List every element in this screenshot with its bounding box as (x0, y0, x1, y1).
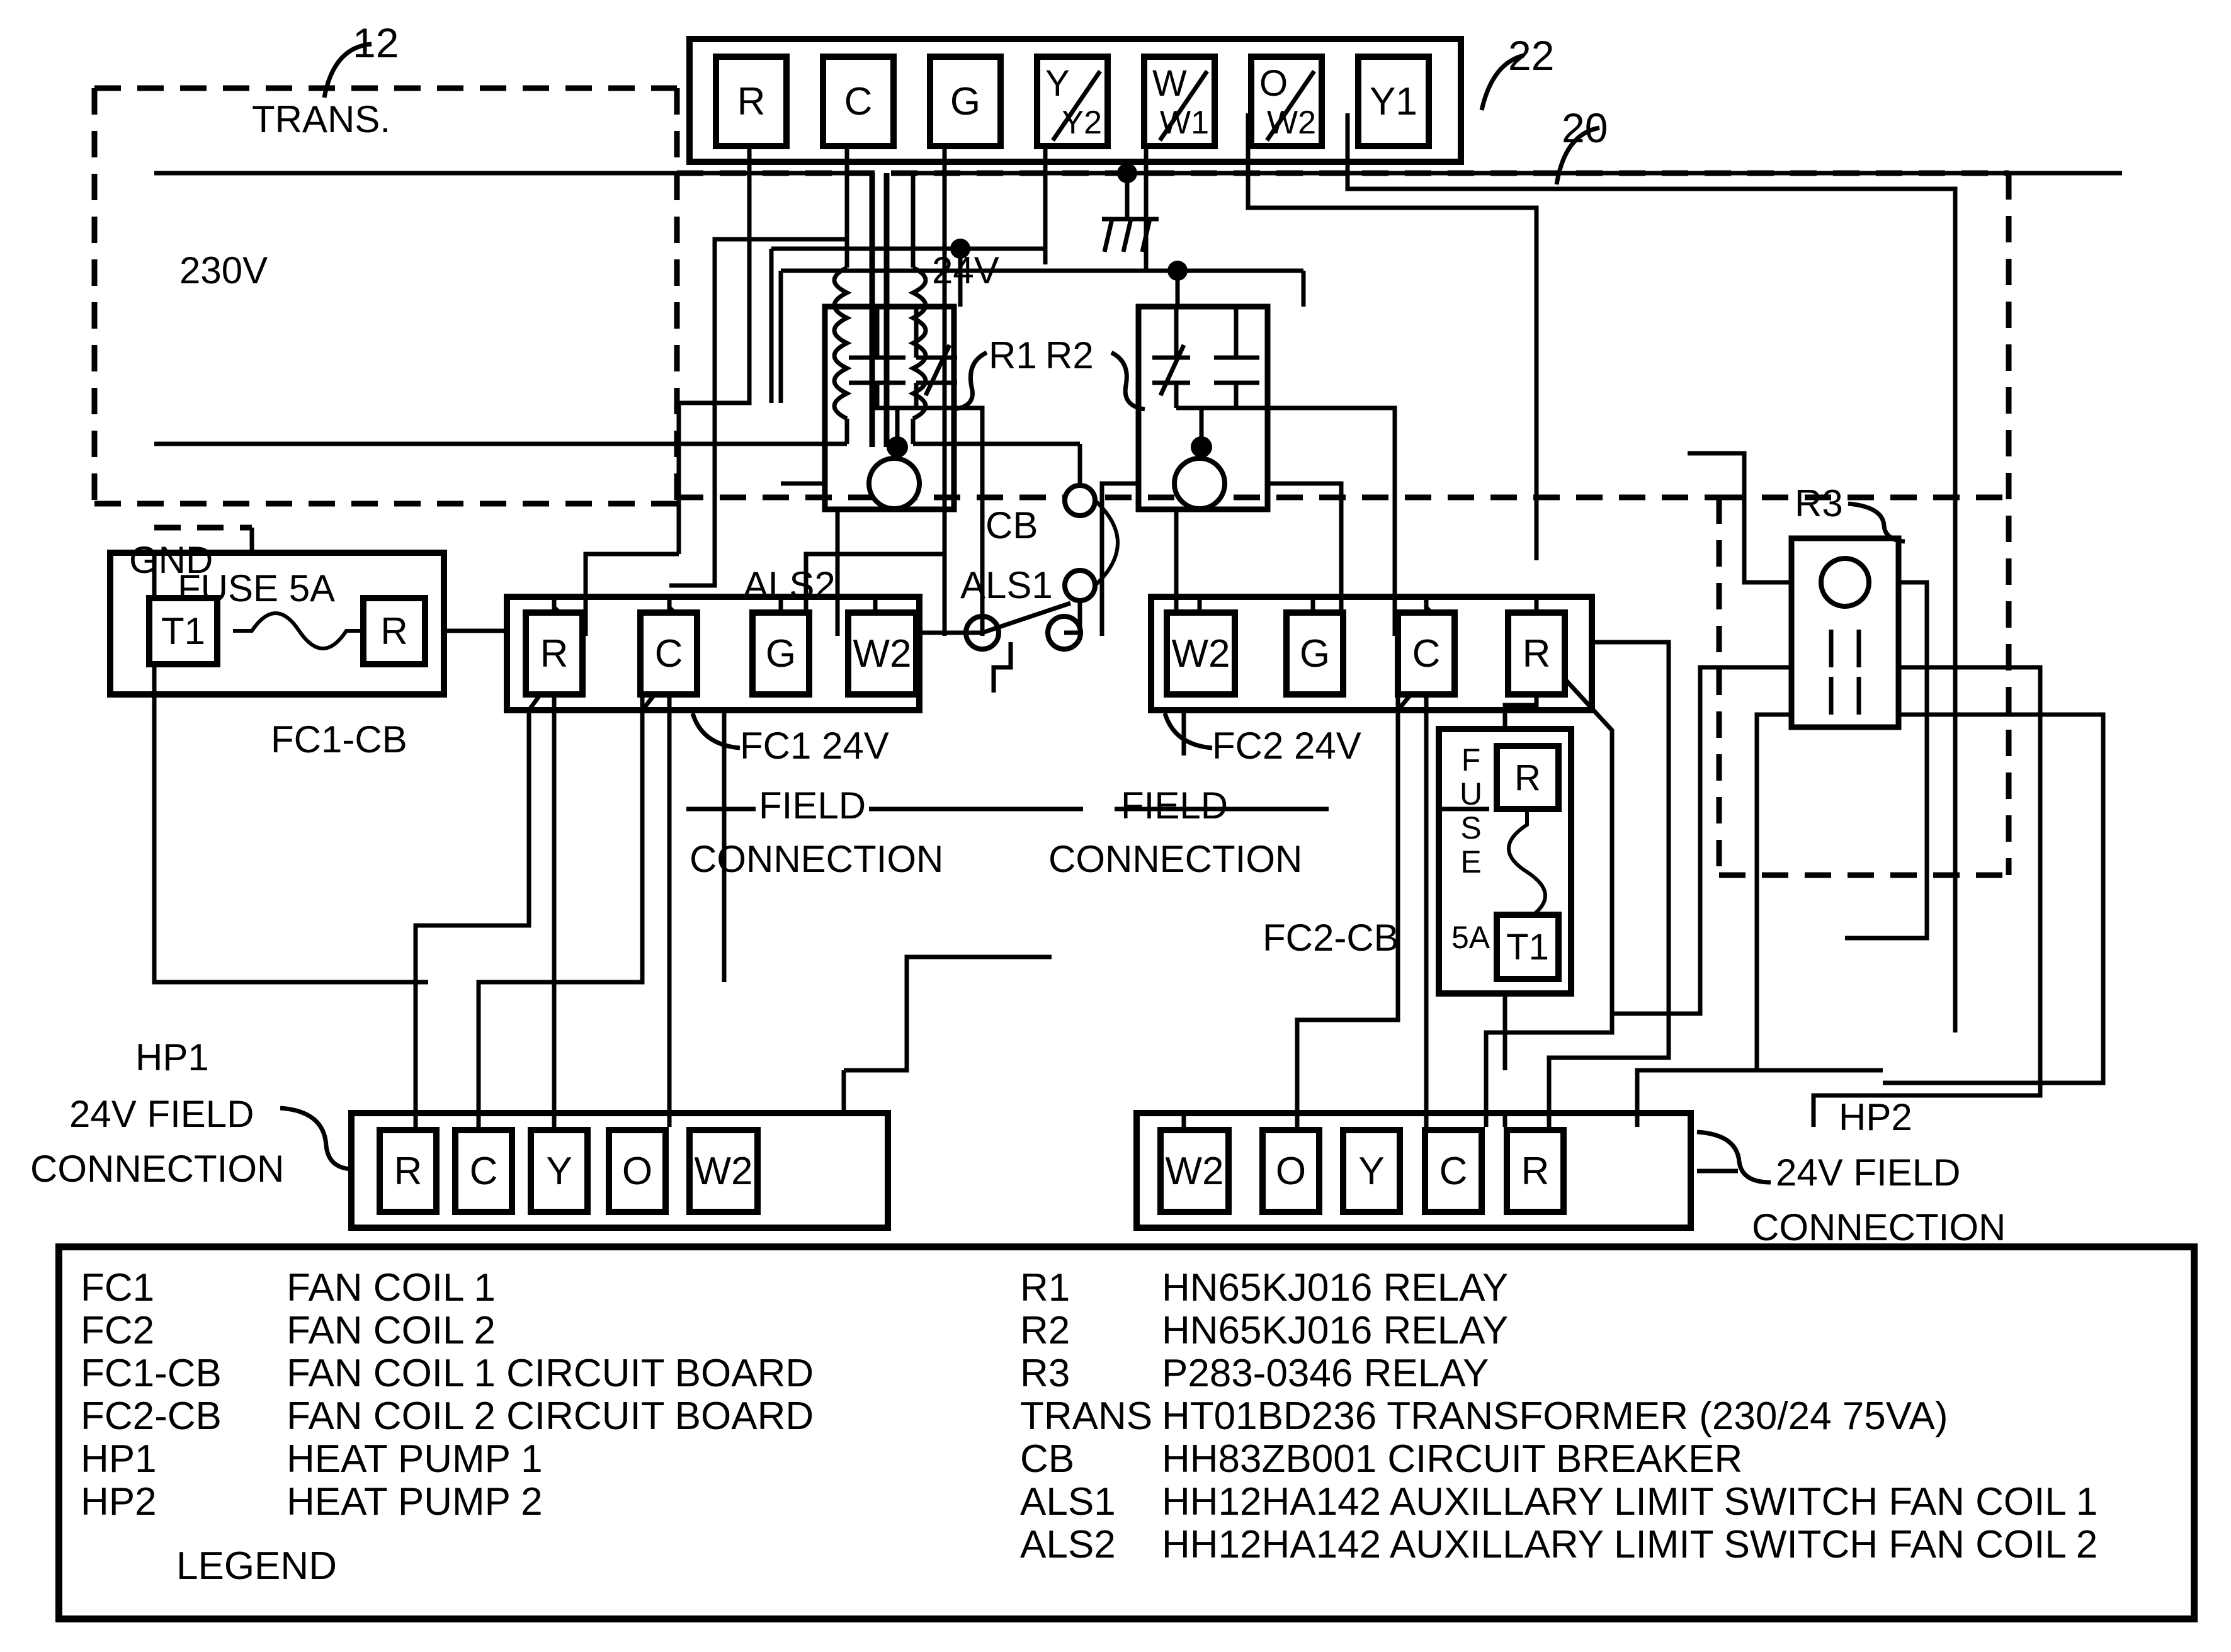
legend-left-desc: FAN COIL 1 CIRCUIT BOARD (287, 1352, 814, 1395)
hp1-terminal-o[interactable]: O (606, 1127, 669, 1215)
hp1-terminal-c[interactable]: C (452, 1127, 515, 1215)
legend-left-code: FC2 (81, 1309, 155, 1352)
legend-right-desc: HN65KJ016 RELAY (1162, 1309, 1509, 1352)
wiring-diagram-page: 12 20 22 TRANS. 230V 24V GND CB ALS1 ALS… (0, 0, 2231, 1652)
thermostat-terminal-c[interactable]: C (820, 54, 897, 149)
relay-r3-label: R3 (1795, 482, 1843, 524)
legend-right-desc: HH83ZB001 CIRCUIT BREAKER (1162, 1437, 1743, 1481)
hp2-terminal-o[interactable]: O (1259, 1127, 1322, 1215)
fc2-cb-fuse-rating: 5A (1451, 920, 1490, 955)
transformer-primary-voltage: 230V (179, 249, 268, 291)
fc1cb-terminal-r[interactable]: R (360, 595, 428, 667)
fc2-cb-fuse-word: FUSE (1459, 742, 1483, 880)
fc1-block-title: FC1 24V (740, 725, 889, 767)
legend-right-code: R3 (1020, 1352, 1070, 1395)
ref-22-leader (1479, 53, 1524, 111)
cb-label: CB (985, 504, 1038, 546)
ref-20-leader (1554, 125, 1600, 185)
als2-label: ALS2 (743, 564, 836, 606)
legend-right-desc: HH12HA142 AUXILLARY LIMIT SWITCH FAN COI… (1162, 1480, 2098, 1524)
hp1-sub2: CONNECTION (30, 1148, 285, 1190)
fc2-terminal-r[interactable]: R (1505, 609, 1568, 698)
hp2-terminal-r[interactable]: R (1504, 1127, 1567, 1215)
hp2-terminal-w2[interactable]: W2 (1157, 1127, 1232, 1215)
legend-right-code: TRANS (1020, 1395, 1153, 1438)
hp1-terminal-r[interactable]: R (377, 1127, 440, 1215)
hp1-terminal-y[interactable]: Y (528, 1127, 591, 1215)
transformer-secondary-voltage: 24V (932, 249, 999, 291)
hp1-leader (280, 1106, 355, 1172)
fc2-title-leader (1162, 712, 1213, 750)
thermostat-terminal-g[interactable]: G (927, 54, 1004, 149)
thermostat-terminal-w-w1[interactable]: W W1 (1141, 54, 1218, 149)
legend-left-desc: FAN COIL 2 (287, 1309, 496, 1352)
fc1-terminal-w2[interactable]: W2 (845, 609, 919, 698)
relay-r3 (1788, 535, 1902, 730)
transformer-enclosure-dashed-boundary (91, 85, 680, 507)
thermostat-terminal-o-w2[interactable]: O W2 (1248, 54, 1325, 149)
hp2-name: HP2 (1839, 1096, 1912, 1138)
fc1-connection-label: CONNECTION (690, 838, 944, 880)
thermostat-terminal-r[interactable]: R (713, 54, 790, 149)
legend-right-desc: HH12HA142 AUXILLARY LIMIT SWITCH FAN COI… (1162, 1523, 2098, 1566)
fc1-terminal-r[interactable]: R (523, 609, 586, 698)
legend-title: LEGEND (176, 1544, 337, 1588)
r1-leader (953, 350, 988, 412)
thermostat-terminal-y1[interactable]: Y1 (1355, 54, 1432, 149)
legend-left-code: HP2 (81, 1480, 157, 1524)
hp1-name: HP1 (135, 1036, 209, 1078)
r2-leader (1110, 350, 1145, 412)
legend-left-desc: FAN COIL 2 CIRCUIT BOARD (287, 1395, 814, 1438)
fc2-block-title: FC2 24V (1212, 725, 1361, 767)
legend-right-code: ALS1 (1020, 1480, 1116, 1524)
legend-right-code: ALS2 (1020, 1523, 1116, 1566)
fc1cb-terminal-t1[interactable]: T1 (146, 595, 220, 667)
relay-r2-label: R2 (1045, 334, 1094, 376)
hp2-sub1: 24V FIELD (1776, 1151, 1961, 1194)
legend-right-code: R1 (1020, 1266, 1070, 1310)
hp1-terminal-w2[interactable]: W2 (686, 1127, 761, 1215)
legend-left-desc: FAN COIL 1 (287, 1266, 496, 1310)
hp2-terminal-c[interactable]: C (1422, 1127, 1485, 1215)
hp1-sub1: 24V FIELD (69, 1093, 254, 1135)
fc2-cb-label: FC2-CB (1263, 917, 1399, 959)
legend-left-code: FC1-CB (81, 1352, 222, 1395)
legend-left-code: HP1 (81, 1437, 157, 1481)
thermostat-terminal-y-y2[interactable]: Y Y2 (1034, 54, 1111, 149)
als1-label: ALS1 (960, 564, 1053, 606)
transformer-label: TRANS. (252, 98, 391, 140)
r3-leader (1848, 501, 1905, 544)
fc2cb-terminal-t1[interactable]: T1 (1494, 912, 1562, 982)
hp2-leader (1696, 1129, 1771, 1185)
circuit-breaker-cb-symbol (1062, 444, 1120, 630)
fc2-connection-label: CONNECTION (1048, 838, 1303, 880)
ref-12-leader (322, 42, 372, 98)
legend-right-desc: HT01BD236 TRANSFORMER (230/24 75VA) (1162, 1395, 1948, 1438)
fc2-terminal-w2[interactable]: W2 (1164, 609, 1238, 698)
legend-left-code: FC1 (81, 1266, 155, 1310)
legend-left-desc: HEAT PUMP 1 (287, 1437, 543, 1481)
fc2-field-label: FIELD (1121, 784, 1229, 827)
legend-left-code: FC2-CB (81, 1395, 222, 1438)
fc2-terminal-g[interactable]: G (1283, 609, 1346, 698)
legend-right-code: R2 (1020, 1309, 1070, 1352)
legend-right-desc: P283-0346 RELAY (1162, 1352, 1489, 1395)
fc2-terminal-c[interactable]: C (1395, 609, 1458, 698)
legend-left-desc: HEAT PUMP 2 (287, 1480, 543, 1524)
fc1-title-leader (690, 712, 741, 750)
fc1-cb-label: FC1-CB (271, 718, 407, 761)
hp2-terminal-y[interactable]: Y (1340, 1127, 1403, 1215)
field-connection-leaders (686, 806, 1489, 812)
legend-right-code: CB (1020, 1437, 1075, 1481)
fc1-terminal-c[interactable]: C (637, 609, 700, 698)
legend-right-desc: HN65KJ016 RELAY (1162, 1266, 1509, 1310)
fc2cb-terminal-r[interactable]: R (1494, 743, 1562, 812)
hp2-sub2: CONNECTION (1752, 1206, 2006, 1248)
fc1-terminal-g[interactable]: G (749, 609, 812, 698)
